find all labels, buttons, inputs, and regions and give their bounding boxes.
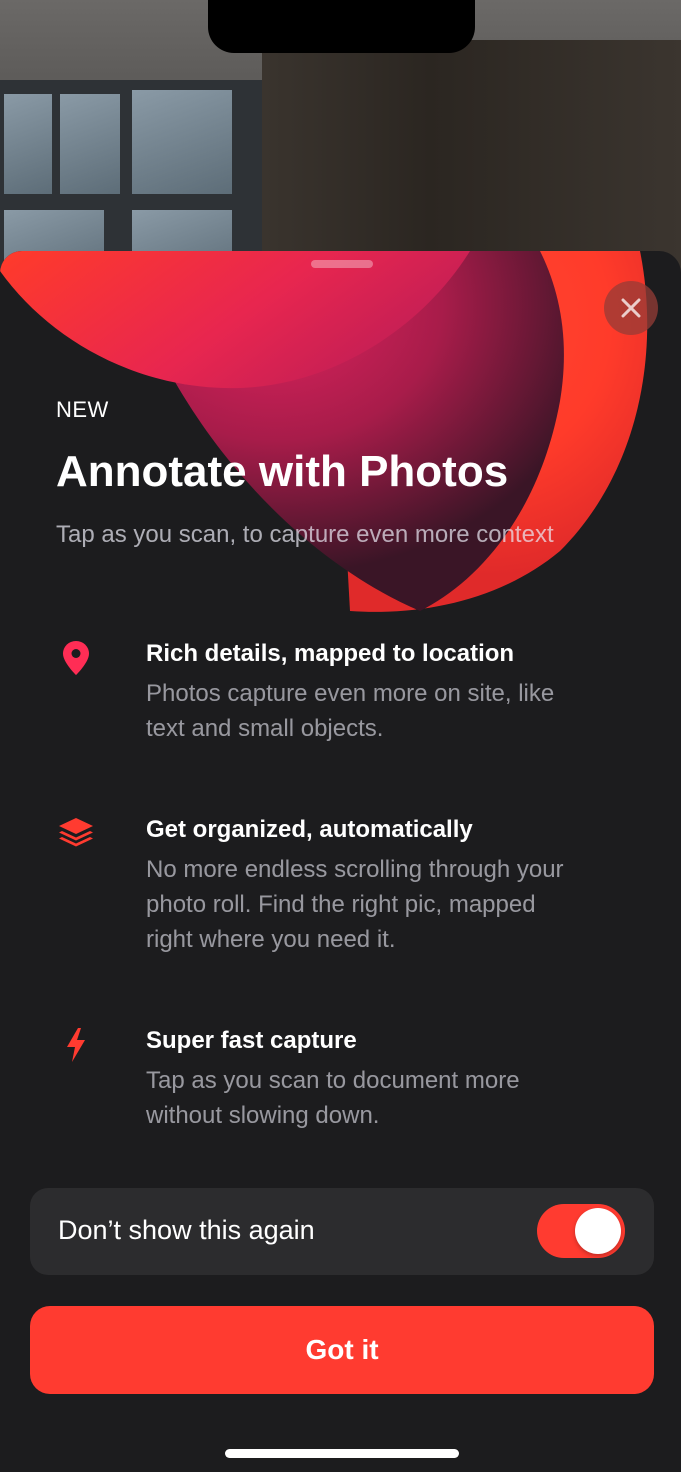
screen: NEW Annotate with Photos Tap as you scan… — [0, 0, 681, 1472]
layers-icon — [56, 816, 96, 856]
feature-description: Tap as you scan to document more without… — [146, 1067, 520, 1129]
onboarding-sheet: NEW Annotate with Photos Tap as you scan… — [0, 251, 681, 1472]
home-indicator — [225, 1449, 459, 1458]
camera-window — [0, 80, 262, 280]
toggle-knob — [575, 1208, 621, 1254]
dont-show-again-row: Don’t show this again — [30, 1188, 654, 1275]
feature-description: No more endless scrolling through your p… — [146, 856, 564, 953]
lightning-bolt-icon — [56, 1027, 96, 1067]
close-button[interactable] — [604, 281, 658, 335]
window-pane — [4, 94, 52, 194]
sheet-grabber[interactable] — [311, 260, 373, 268]
feature-title: Get organized, automatically — [146, 816, 473, 843]
feature-title: Super fast capture — [146, 1027, 357, 1054]
device-notch — [208, 0, 475, 53]
dont-show-again-toggle[interactable] — [537, 1204, 625, 1258]
dont-show-again-label: Don’t show this again — [58, 1215, 315, 1245]
camera-column — [262, 40, 681, 280]
page-title: Annotate with Photos — [56, 447, 509, 496]
got-it-button[interactable]: Got it — [30, 1306, 654, 1394]
location-pin-icon — [56, 640, 96, 680]
window-pane — [132, 90, 232, 194]
page-subtitle: Tap as you scan, to capture even more co… — [56, 521, 554, 548]
window-pane — [60, 94, 120, 194]
close-icon — [621, 298, 641, 318]
feature-description: Photos capture even more on site, like t… — [146, 680, 555, 742]
new-badge: NEW — [56, 397, 109, 422]
feature-title: Rich details, mapped to location — [146, 640, 515, 667]
